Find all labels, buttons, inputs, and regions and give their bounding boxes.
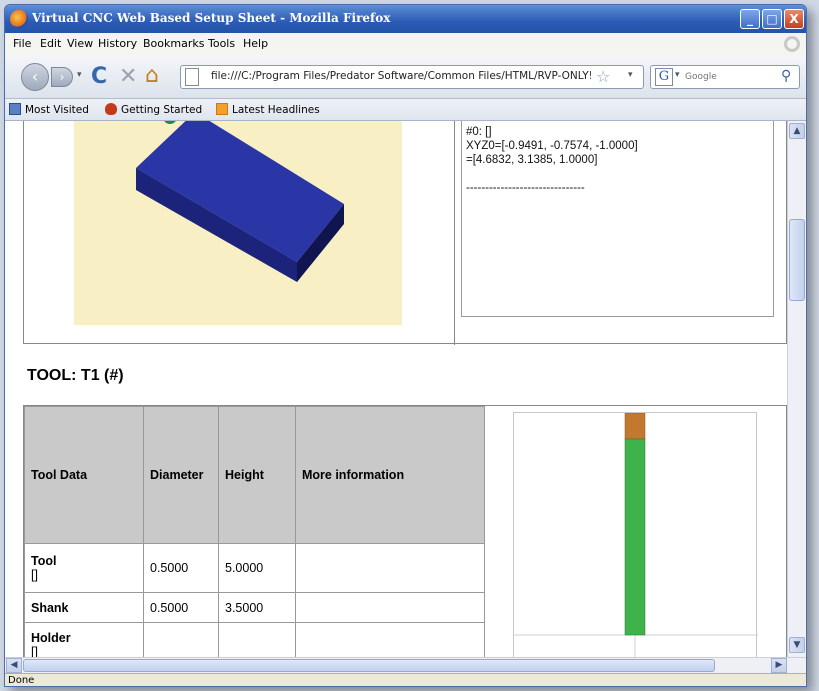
column-header-diameter: Diameter <box>143 406 219 544</box>
tool-holder-shape <box>624 412 646 440</box>
menu-view[interactable]: View <box>67 37 93 50</box>
info-line <box>466 167 769 181</box>
table-row: Shank 0.5000 3.5000 <box>24 592 485 623</box>
history-dropdown-icon[interactable]: ▾ <box>77 70 82 80</box>
cell-info <box>295 543 485 593</box>
row-name: Holder <box>31 631 71 645</box>
cell-info <box>295 592 485 623</box>
part-preview <box>74 121 402 325</box>
scroll-down-icon[interactable]: ▼ <box>789 637 805 653</box>
tool-table: Tool Data Diameter Height More informati… <box>23 405 787 657</box>
search-bar[interactable]: G ▾ ⚲ <box>650 65 800 89</box>
info-line: =[4.6832, 3.1385, 1.0000] <box>466 154 598 166</box>
setup-table: #0: [] XYZ0=[-0.9491, -0.7574, -1.0000] … <box>23 121 787 345</box>
column-header-tool-data: Tool Data <box>24 406 144 544</box>
row-head: Tool [] <box>24 543 144 593</box>
maximize-icon: □ <box>766 12 778 26</box>
url-text[interactable]: file:///C:/Program Files/Predator Softwa… <box>211 70 591 82</box>
most-visited-icon <box>9 103 21 115</box>
minimize-icon: _ <box>747 12 753 26</box>
row-head: Shank <box>24 592 144 623</box>
tool-diagram-image <box>514 412 758 657</box>
table-row: Tool [] 0.5000 5.0000 <box>24 543 485 593</box>
rss-icon <box>216 103 228 115</box>
menu-edit[interactable]: Edit <box>40 37 61 50</box>
cell-diameter: 0.5000 <box>143 592 219 623</box>
cell-diameter: 0.5000 <box>143 543 219 593</box>
row-name: Tool <box>31 554 57 568</box>
info-separator: ------------------------------- <box>466 182 585 194</box>
row-head: Holder [] <box>24 622 144 657</box>
cell-diameter <box>143 622 219 657</box>
bookmark-star-icon[interactable]: ☆ <box>596 67 610 86</box>
setup-info-box: #0: [] XYZ0=[-0.9491, -0.7574, -1.0000] … <box>461 121 774 317</box>
menu-bookmarks[interactable]: Bookmarks <box>143 37 204 50</box>
column-divider <box>454 121 455 345</box>
tool-cutter-shape <box>624 438 646 636</box>
menu-file[interactable]: File <box>13 37 31 50</box>
bookmark-label: Getting Started <box>121 104 203 116</box>
cell-height: 3.5000 <box>218 592 296 623</box>
navigation-toolbar: ‹ › ▾ C ✕ ⌂ file:///C:/Program Files/Pre… <box>5 55 806 99</box>
row-sub: [] <box>31 568 38 582</box>
column-header-more-info: More information <box>295 406 485 544</box>
table-row: Holder [] <box>24 622 485 657</box>
part-preview-image <box>136 121 344 282</box>
cell-height: 5.0000 <box>218 543 296 593</box>
vertical-scroll-thumb[interactable] <box>789 219 805 301</box>
firefox-icon <box>10 10 28 28</box>
title-bar: Virtual CNC Web Based Setup Sheet - Mozi… <box>5 5 806 33</box>
horizontal-scroll-thumb[interactable] <box>23 659 715 672</box>
url-bar[interactable]: file:///C:/Program Files/Predator Softwa… <box>180 65 644 89</box>
bookmark-most-visited[interactable]: Most Visited <box>9 103 89 116</box>
page-content: #0: [] XYZ0=[-0.9491, -0.7574, -1.0000] … <box>5 121 787 657</box>
tool-data-grid: Tool Data Diameter Height More informati… <box>24 406 485 657</box>
search-input[interactable] <box>685 69 775 85</box>
stop-button[interactable]: ✕ <box>119 64 137 89</box>
cell-height <box>218 622 296 657</box>
status-bar: Done <box>5 673 806 686</box>
bookmark-label: Latest Headlines <box>232 104 320 116</box>
page-icon <box>185 68 199 86</box>
bookmark-label: Most Visited <box>25 104 89 116</box>
google-engine-icon[interactable]: G <box>655 68 673 86</box>
tool-heading: TOOL: T1 (#) <box>27 367 124 384</box>
back-button[interactable]: ‹ <box>21 63 49 91</box>
close-icon: X <box>789 12 799 26</box>
engine-dropdown-icon[interactable]: ▾ <box>675 70 680 80</box>
horizontal-scrollbar[interactable]: ◀ ▶ <box>5 657 806 673</box>
forward-button[interactable]: › <box>51 67 73 87</box>
search-icon[interactable]: ⚲ <box>781 68 791 84</box>
home-button[interactable]: ⌂ <box>145 63 159 88</box>
bookmarks-toolbar: Most Visited Getting Started Latest Head… <box>5 99 806 121</box>
minimize-button[interactable]: _ <box>740 9 760 29</box>
row-name: Shank <box>31 600 69 615</box>
scroll-right-icon[interactable]: ▶ <box>771 658 787 673</box>
menu-bar: File Edit View History Bookmarks Tools H… <box>5 33 806 55</box>
menu-history[interactable]: History <box>98 37 137 50</box>
url-dropdown-icon[interactable]: ▾ <box>628 70 633 80</box>
column-header-height: Height <box>218 406 296 544</box>
status-text: Done <box>8 675 35 686</box>
getting-started-icon <box>105 103 117 115</box>
scroll-left-icon[interactable]: ◀ <box>6 658 22 673</box>
throbber-icon <box>784 36 800 52</box>
scroll-up-icon[interactable]: ▲ <box>789 123 805 139</box>
reload-button[interactable]: C <box>91 64 107 89</box>
window-title: Virtual CNC Web Based Setup Sheet - Mozi… <box>32 11 391 25</box>
bookmark-getting-started[interactable]: Getting Started <box>105 103 202 116</box>
info-line: #0: [] <box>466 126 492 138</box>
origin-marker-icon <box>164 121 176 124</box>
cell-info <box>295 622 485 657</box>
bookmark-latest-headlines[interactable]: Latest Headlines <box>216 103 320 116</box>
row-sub: [] <box>31 645 38 657</box>
menu-help[interactable]: Help <box>243 37 268 50</box>
tool-diagram <box>513 412 758 657</box>
vertical-scrollbar[interactable]: ▲ ▼ <box>787 121 806 657</box>
info-line: XYZ0=[-0.9491, -0.7574, -1.0000] <box>466 140 638 152</box>
menu-tools[interactable]: Tools <box>208 37 235 50</box>
maximize-button[interactable]: □ <box>762 9 782 29</box>
browser-window: Virtual CNC Web Based Setup Sheet - Mozi… <box>4 4 807 687</box>
close-button[interactable]: X <box>784 9 804 29</box>
